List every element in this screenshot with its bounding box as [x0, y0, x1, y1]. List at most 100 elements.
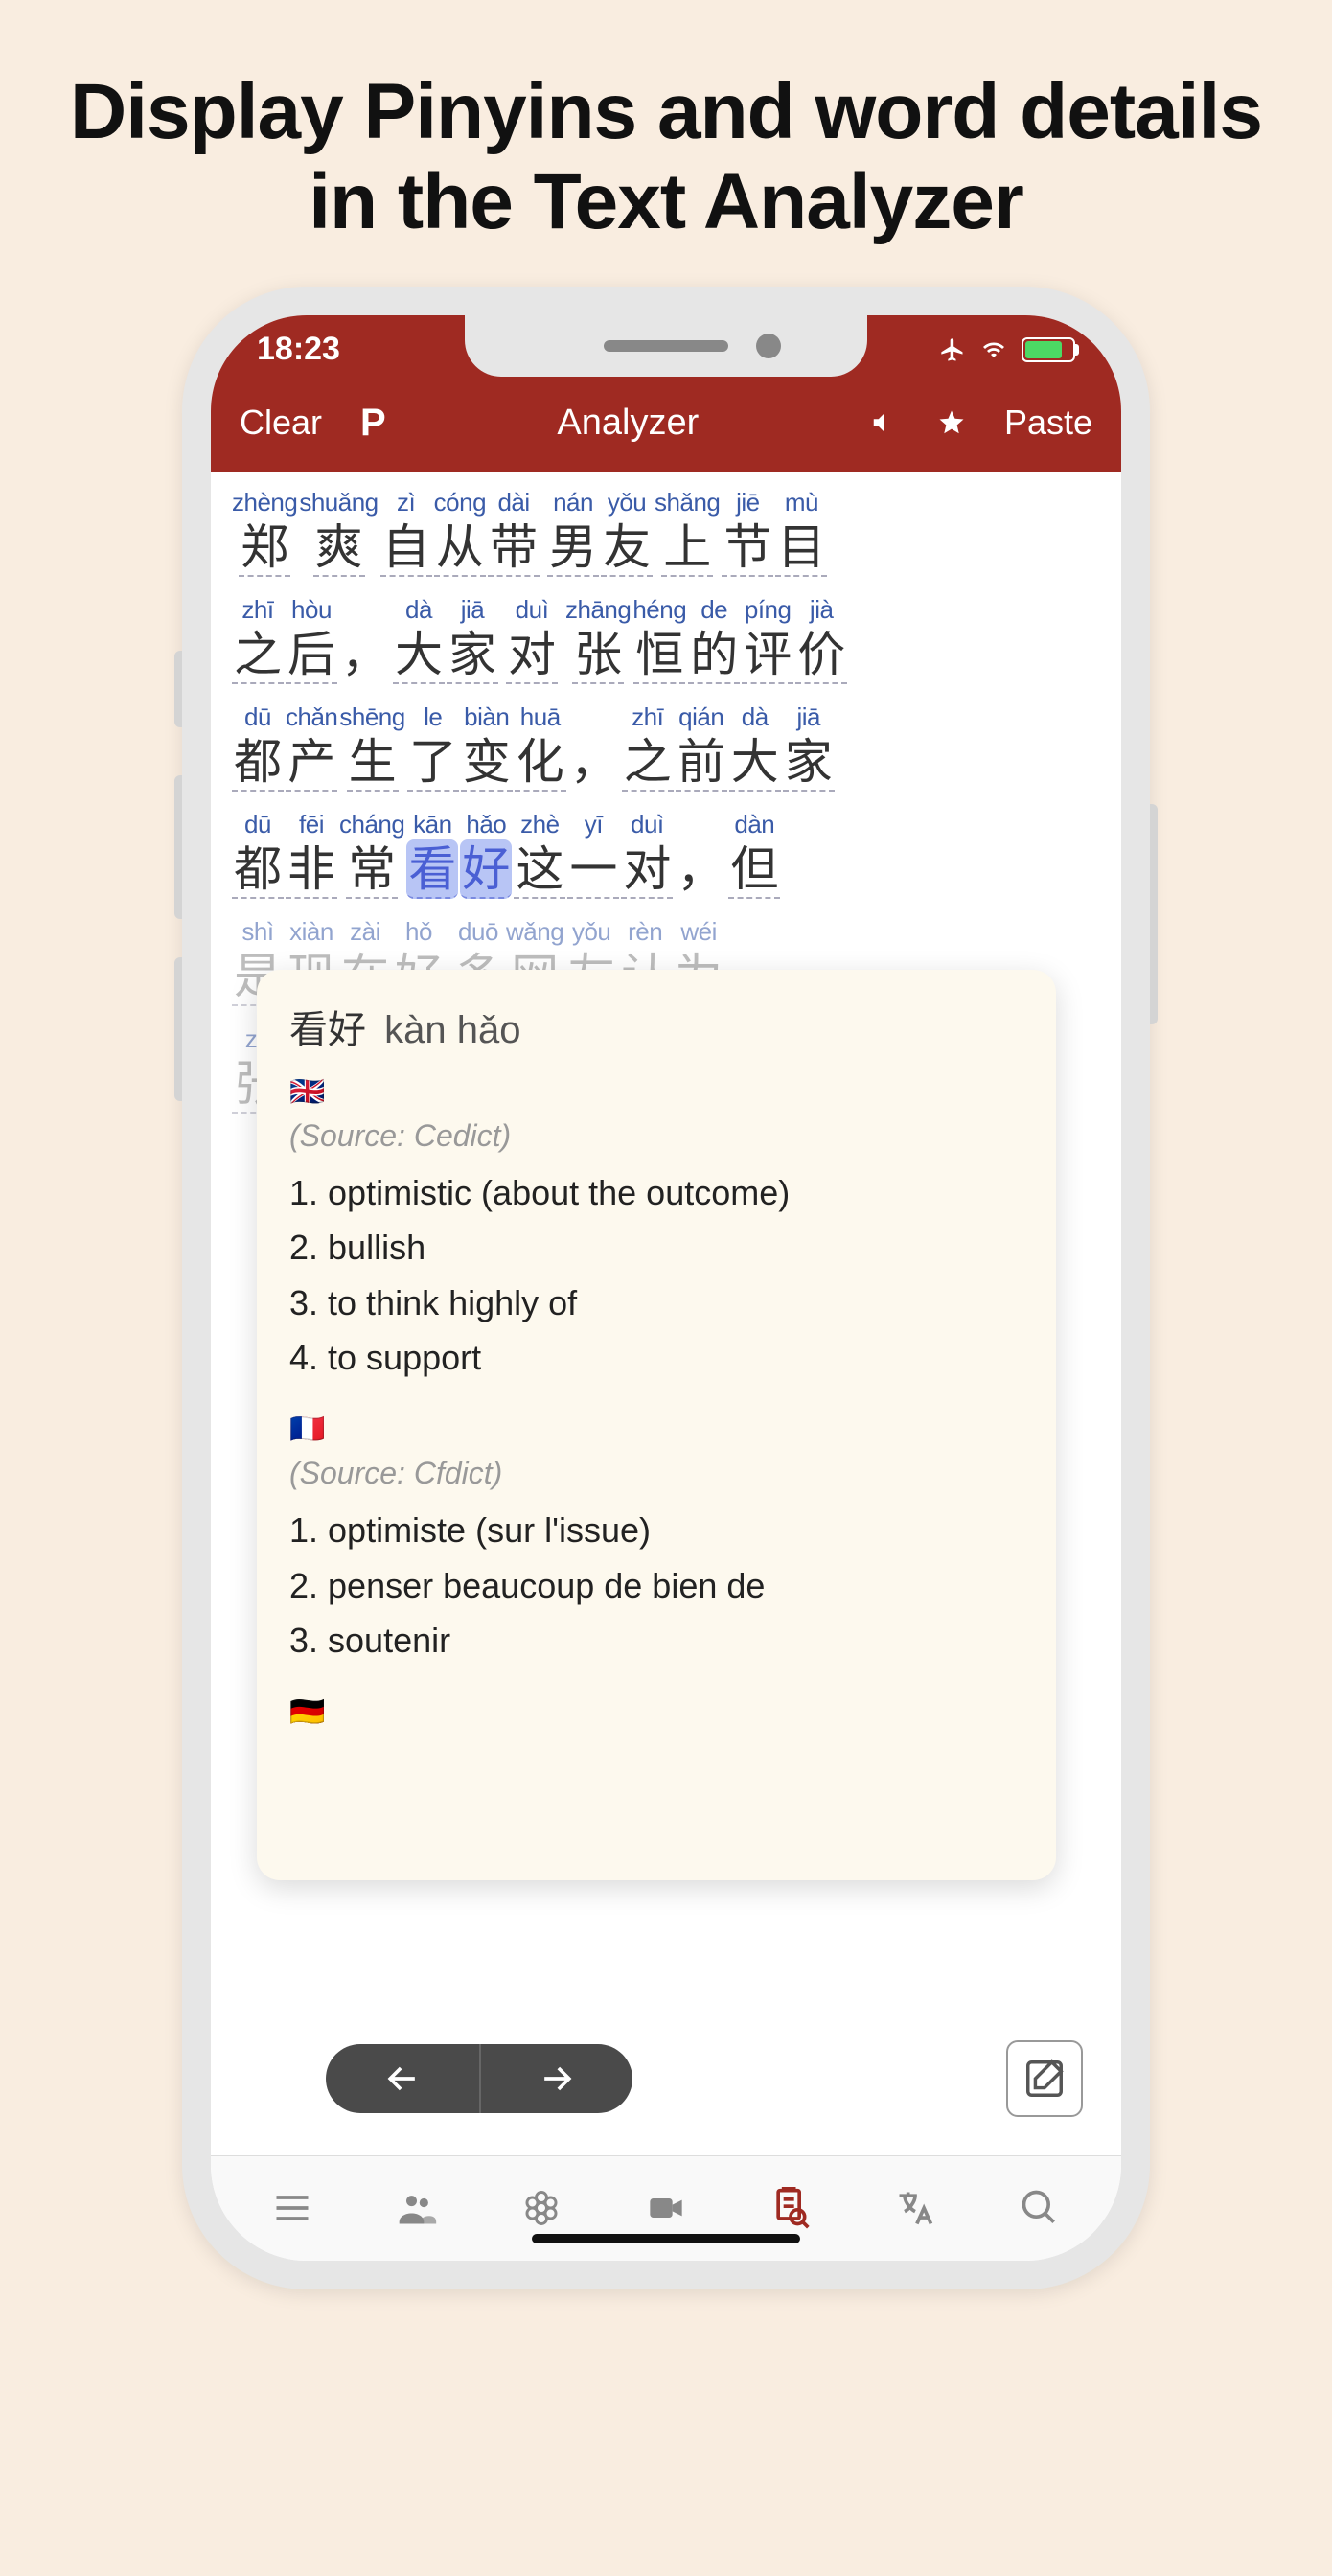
analyzer-tab[interactable] — [757, 2187, 824, 2229]
definition-item: 1. optimiste (sur l'issue) — [289, 1503, 1023, 1558]
hanzi-char: ， — [568, 732, 620, 792]
hanzi-char: 产 — [286, 732, 337, 792]
text-token[interactable]: dàn但 — [728, 809, 780, 899]
text-token[interactable]: yǒu友 — [601, 487, 653, 577]
pinyin-label: jiā — [796, 702, 820, 732]
text-token[interactable] — [541, 487, 545, 577]
text-token[interactable] — [500, 594, 504, 684]
text-token[interactable]: qián前 — [676, 702, 727, 792]
hanzi-char: 郑 — [239, 518, 290, 577]
pinyin-label: hǎo — [466, 809, 506, 840]
pinyin-label: duì — [516, 594, 549, 625]
hanzi-char: 恒 — [633, 625, 685, 684]
pinyin-label: shēng — [339, 702, 404, 732]
pinyin-label: de — [700, 594, 727, 625]
hanzi-char — [541, 518, 545, 577]
text-token[interactable]: dà大 — [729, 702, 781, 792]
text-token[interactable]: jiā家 — [447, 594, 498, 684]
selected-token[interactable]: kān看 — [406, 809, 458, 899]
analyzer-text-area[interactable]: zhèng郑shuǎng爽zì自cóng从dài带 nán男yǒu友shǎng上… — [211, 472, 1121, 2155]
text-token[interactable]: héng恒 — [632, 594, 686, 684]
text-token[interactable]: ， — [339, 594, 391, 684]
community-tab[interactable] — [383, 2187, 450, 2229]
text-token[interactable]: dà大 — [393, 594, 445, 684]
phone-power-button — [1150, 804, 1158, 1024]
paste-button[interactable]: Paste — [1004, 402, 1092, 443]
hanzi-char: 节 — [722, 518, 773, 577]
pinyin-label: qián — [678, 702, 723, 732]
hanzi-char: 自 — [380, 518, 432, 577]
hanzi-char: 张 — [572, 625, 624, 684]
text-token[interactable]: cóng从 — [434, 487, 486, 577]
speaker-icon[interactable] — [870, 408, 899, 437]
text-token[interactable]: jiē节 — [722, 487, 773, 577]
text-token[interactable]: huā化 — [515, 702, 566, 792]
definition-item: 2. penser beaucoup de bien de — [289, 1558, 1023, 1614]
text-token[interactable]: dū都 — [232, 809, 284, 899]
hanzi-char: ， — [675, 840, 726, 899]
menu-tab[interactable] — [259, 2187, 326, 2229]
pinyin-label: nán — [553, 487, 593, 518]
hanzi-char: 看 — [406, 840, 458, 899]
text-token[interactable]: hòu后 — [286, 594, 337, 684]
hanzi-char: 这 — [514, 840, 565, 899]
pinyin-label: zì — [397, 487, 415, 518]
text-token[interactable]: jià价 — [795, 594, 847, 684]
text-token[interactable]: biàn变 — [461, 702, 513, 792]
text-token[interactable]: duì对 — [621, 809, 673, 899]
text-token[interactable]: shēng生 — [339, 702, 404, 792]
text-token[interactable]: zhāng张 — [565, 594, 631, 684]
text-token[interactable]: de的 — [688, 594, 740, 684]
text-token[interactable]: jiā家 — [783, 702, 835, 792]
text-token[interactable]: duì对 — [506, 594, 558, 684]
text-token[interactable]: yī一 — [567, 809, 619, 899]
clear-button[interactable]: Clear — [240, 402, 322, 443]
star-icon[interactable] — [937, 408, 966, 437]
flower-tab[interactable] — [508, 2187, 575, 2229]
pinyin-label: duì — [631, 809, 664, 840]
text-token[interactable] — [560, 594, 563, 684]
text-token[interactable]: chǎn产 — [286, 702, 337, 792]
pinyin-label: shì — [241, 916, 273, 947]
pinyin-label: jiā — [461, 594, 485, 625]
next-word-button[interactable] — [479, 2044, 632, 2113]
home-indicator[interactable] — [532, 2234, 800, 2243]
pinyin-label: shuǎng — [299, 487, 378, 518]
video-tab[interactable] — [632, 2189, 700, 2227]
text-token[interactable]: ， — [675, 809, 726, 899]
text-token[interactable]: zhī之 — [232, 594, 284, 684]
hanzi-char: 大 — [393, 625, 445, 684]
text-token[interactable]: zhè这 — [514, 809, 565, 899]
text-token[interactable]: dū都 — [232, 702, 284, 792]
pinyin-toggle-button[interactable]: P — [360, 402, 386, 445]
status-time: 18:23 — [257, 331, 340, 368]
phone-notch — [465, 315, 867, 377]
text-token[interactable]: ， — [568, 702, 620, 792]
text-token[interactable]: shuǎng爽 — [299, 487, 378, 577]
pinyin-label: huā — [520, 702, 561, 732]
text-token[interactable]: dài带 — [488, 487, 540, 577]
prev-word-button[interactable] — [326, 2044, 479, 2113]
text-token[interactable]: nán男 — [547, 487, 599, 577]
pinyin-label: jiē — [736, 487, 760, 518]
hanzi-char: 好 — [460, 840, 512, 899]
text-line: dū都fēi非cháng常kān看hǎo好zhè这yī一duì对，dàn但 — [232, 809, 1100, 899]
hanzi-char: 非 — [286, 840, 337, 899]
hanzi-char: 对 — [621, 840, 673, 899]
text-token[interactable]: píng评 — [742, 594, 793, 684]
hanzi-char: 友 — [601, 518, 653, 577]
wifi-icon — [979, 338, 1008, 361]
edit-button[interactable] — [1006, 2040, 1083, 2117]
text-token[interactable]: fēi非 — [286, 809, 337, 899]
definition-item: 1. optimistic (about the outcome) — [289, 1165, 1023, 1221]
text-token[interactable]: mù目 — [775, 487, 827, 577]
text-token[interactable]: shǎng上 — [655, 487, 720, 577]
selected-token[interactable]: hǎo好 — [460, 809, 512, 899]
text-token[interactable]: zhī之 — [622, 702, 674, 792]
text-token[interactable]: le了 — [407, 702, 459, 792]
text-token[interactable]: zhèng郑 — [232, 487, 297, 577]
text-token[interactable]: cháng常 — [339, 809, 404, 899]
text-token[interactable]: zì自 — [380, 487, 432, 577]
search-tab[interactable] — [1006, 2187, 1073, 2229]
translate-tab[interactable] — [882, 2187, 949, 2229]
